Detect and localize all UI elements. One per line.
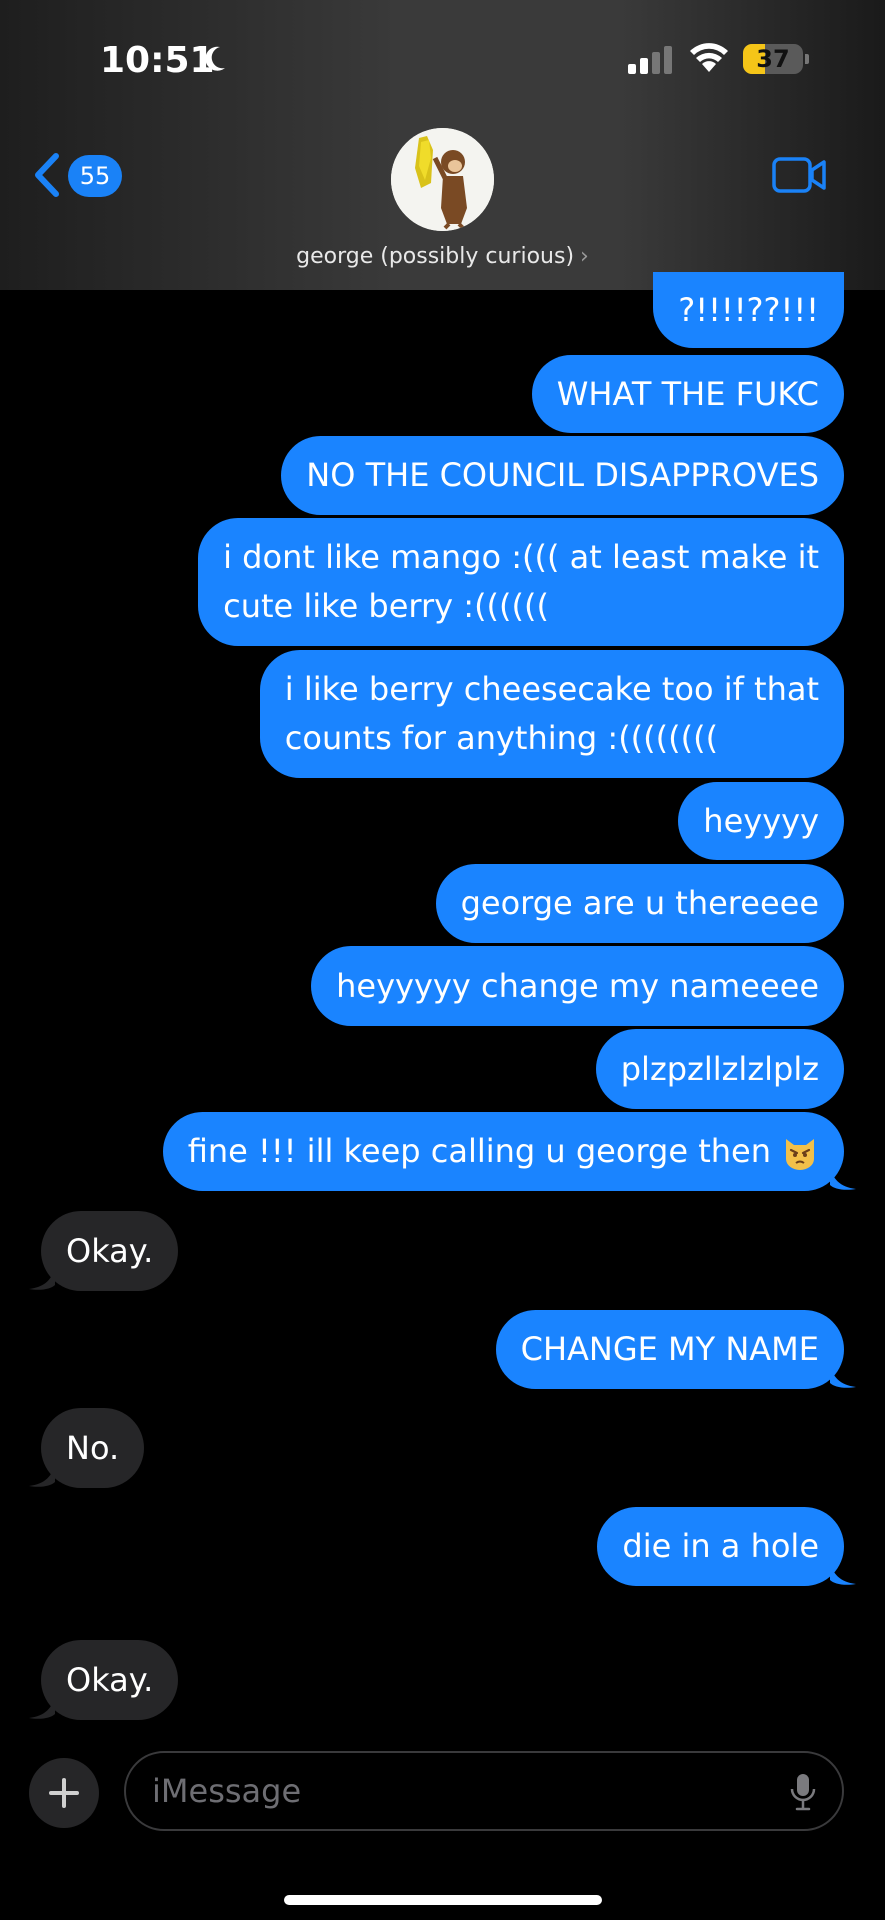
message-bubble-sent[interactable]: i dont like mango :((( at least make it …	[198, 518, 844, 646]
contact-name-text: george (possibly curious)	[296, 244, 575, 269]
message-bubble-received[interactable]: Okay.	[41, 1640, 179, 1720]
message-text: No.	[66, 1428, 120, 1467]
battery-percentage: 37	[756, 45, 790, 73]
microphone-icon[interactable]	[790, 1773, 816, 1811]
message-bubble-sent[interactable]: ?!!!!??!!!	[653, 272, 844, 348]
bubble-tail	[29, 1265, 55, 1290]
bubble-tail	[29, 1694, 55, 1719]
wifi-icon	[688, 42, 730, 74]
video-camera-icon[interactable]	[772, 156, 828, 194]
contact-name[interactable]: george (possibly curious) ›	[0, 244, 885, 269]
message-text: NO THE COUNCIL DISAPPROVES	[306, 456, 819, 494]
message-bubble-sent[interactable]: i like berry cheesecake too if that coun…	[259, 650, 844, 778]
battery-nub	[805, 54, 809, 64]
curious-george-avatar[interactable]	[391, 128, 494, 231]
unread-count-badge[interactable]: 55	[68, 155, 122, 197]
message-text: george are u thereeee	[460, 884, 819, 922]
battery-icon: 37	[743, 44, 803, 74]
focus-moon-icon	[202, 44, 228, 82]
message-bubble-sent[interactable]: NO THE COUNCIL DISAPPROVES	[281, 436, 844, 515]
message-bubble-sent[interactable]: plzpzllzlzlplz	[595, 1029, 844, 1109]
message-bubble-sent[interactable]: WHAT THE FUKC	[531, 355, 844, 433]
message-text: CHANGE MY NAME	[520, 1330, 819, 1368]
message-bubble-received[interactable]: No.	[41, 1408, 145, 1488]
plus-icon[interactable]	[29, 1758, 99, 1828]
message-text: Okay.	[66, 1231, 154, 1270]
message-bubble-sent[interactable]: heyyyy	[678, 782, 844, 860]
message-text: Okay.	[66, 1660, 154, 1699]
message-text: ?!!!!??!!!	[678, 290, 819, 329]
message-text: WHAT THE FUKC	[556, 374, 819, 413]
bubble-tail	[29, 1462, 55, 1487]
message-bubble-sent[interactable]: die in a hole	[597, 1507, 844, 1586]
message-input-placeholder: iMessage	[152, 1772, 302, 1810]
contact-chevron: ›	[580, 244, 589, 269]
message-text: heyyyyy change my nameeee	[336, 966, 819, 1005]
message-text-line: i like berry cheesecake too if that	[284, 670, 819, 708]
cellular-signal-icon	[628, 46, 672, 74]
message-text: plzpzllzlzlplz	[620, 1049, 819, 1088]
message-text: fine !!! ill keep calling u george then	[187, 1132, 771, 1170]
bubble-tail	[830, 1165, 856, 1190]
home-indicator[interactable]	[284, 1895, 602, 1905]
message-input[interactable]: iMessage	[124, 1751, 844, 1831]
message-text: die in a hole	[622, 1527, 819, 1565]
message-bubble-sent[interactable]: heyyyyy change my nameeee	[311, 946, 844, 1026]
message-bubble-sent[interactable]: CHANGE MY NAME	[495, 1310, 844, 1389]
status-bar: 10:51 37	[0, 40, 885, 82]
back-chevron-icon[interactable]	[30, 152, 70, 198]
message-bubble-sent[interactable]: george are u thereeee	[435, 864, 844, 943]
message-text-line: counts for anything :((((((((	[284, 719, 719, 757]
message-text-line: cute like berry :((((((	[223, 587, 549, 625]
status-time: 10:51	[100, 40, 215, 81]
bubble-tail	[830, 1560, 856, 1585]
bubble-tail	[830, 1363, 856, 1388]
conversation-header: 10:51 37 55 george (possibly curious) ›	[0, 0, 885, 290]
message-bubble-sent[interactable]: fine !!! ill keep calling u george then	[162, 1112, 844, 1191]
pouting-cat-emoji	[781, 1133, 819, 1171]
message-text: heyyyy	[703, 801, 819, 840]
message-bubble-received[interactable]: Okay.	[41, 1211, 179, 1291]
message-text-line: i dont like mango :((( at least make it	[223, 538, 819, 576]
